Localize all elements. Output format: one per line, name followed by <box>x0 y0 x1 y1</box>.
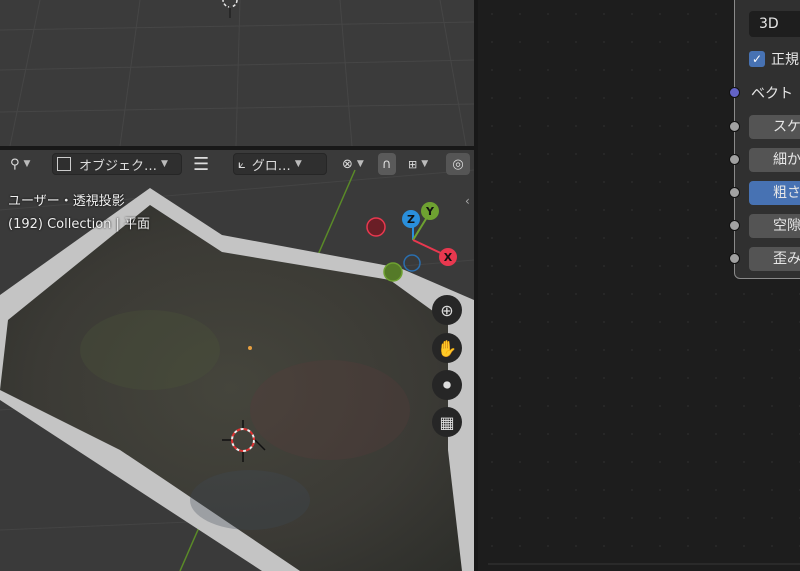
roughness-label: 粗さ <box>773 185 800 201</box>
input-socket-lacunarity[interactable] <box>729 220 740 231</box>
neg-y-axis-icon <box>383 262 403 282</box>
proportional-toggle[interactable]: ◎ <box>446 153 470 175</box>
lacunarity-label: 空隙 <box>773 218 800 234</box>
input-socket-roughness[interactable] <box>729 187 740 198</box>
y-axis-icon: Y <box>421 202 439 220</box>
menu-toggle-button[interactable]: ☰ <box>189 153 213 175</box>
chevron-down-icon: ▼ <box>294 159 302 169</box>
pivot-point-dropdown[interactable]: ⚲ ▼ <box>6 153 34 175</box>
camera-icon: ⏺ <box>442 375 451 394</box>
hand-icon: ✋ <box>437 338 457 358</box>
svg-text:Y: Y <box>425 205 435 218</box>
navigation-gizmo[interactable]: Z Y X <box>350 196 470 296</box>
chevron-down-icon: ▼ <box>23 159 31 169</box>
zoom-button[interactable]: ⊕ <box>432 295 462 325</box>
snap-target-dropdown[interactable]: ⊞ ▼ <box>404 153 432 175</box>
noise-texture-node[interactable]: 3D ✓ 正規 ベクト スケ 細か 粗さ 空隙 歪み <box>729 0 800 279</box>
transform-orientation-dropdown[interactable]: ⟀ グロ… ▼ <box>233 153 327 175</box>
x-axis-icon: X <box>439 248 457 266</box>
vector-input-socket[interactable] <box>729 87 740 98</box>
3d-cursor-top-icon <box>222 0 238 18</box>
object-mode-icon <box>57 157 71 171</box>
roughness-field[interactable]: 粗さ <box>749 181 800 205</box>
viewport-header: ⚲ ▼ オブジェク… ▼ ☰ ⟀ グロ… ▼ ⊗ ▼ ∩ ⊞ ▼ ◎ <box>0 150 474 178</box>
magnifier-plus-icon: ⊕ <box>440 300 454 320</box>
lacunarity-field[interactable]: 空隙 <box>749 214 800 238</box>
distortion-field[interactable]: 歪み <box>749 247 800 271</box>
magnet-icon: ∩ <box>382 156 392 172</box>
neg-x-axis-icon <box>366 217 386 237</box>
main-3d-viewport[interactable]: ⚲ ▼ オブジェク… ▼ ☰ ⟀ グロ… ▼ ⊗ ▼ ∩ ⊞ ▼ ◎ ユーザー・透視投… <box>0 150 474 571</box>
neg-z-axis-icon <box>403 254 421 272</box>
svg-text:X: X <box>444 251 453 264</box>
normalize-checkbox-row[interactable]: ✓ 正規 <box>749 49 799 69</box>
dimension-dropdown[interactable]: 3D <box>749 11 800 37</box>
normalize-label: 正規 <box>771 52 799 68</box>
hamburger-icon: ☰ <box>193 153 210 175</box>
circle-target-icon: ◎ <box>452 156 464 172</box>
shader-node-editor[interactable]: 3D ✓ 正規 ベクト スケ 細か 粗さ 空隙 歪み <box>478 0 800 571</box>
object-origin-dot <box>248 346 252 350</box>
scale-label: スケ <box>773 119 800 135</box>
pivot-icon: ⚲ <box>10 156 20 172</box>
view-perspective-label: ユーザー・透視投影 <box>8 194 125 209</box>
object-mode-dropdown[interactable]: オブジェク… ▼ <box>52 153 182 175</box>
collection-object-label: (192) Collection | 平面 <box>8 217 151 232</box>
detail-label: 細か <box>773 152 800 168</box>
grid-icon: ▦ <box>439 412 455 432</box>
vector-input-label: ベクト <box>751 86 793 102</box>
top-3d-viewport[interactable] <box>0 0 474 146</box>
dimension-value: 3D <box>759 16 779 32</box>
link-icon: ⊗ <box>342 156 353 172</box>
z-axis-icon: Z <box>402 210 420 228</box>
checkbox-checked-icon[interactable]: ✓ <box>749 51 765 67</box>
orientation-label: グロ… <box>251 158 291 174</box>
input-socket-scale[interactable] <box>729 121 740 132</box>
scale-field[interactable]: スケ <box>749 115 800 139</box>
ortho-toggle-button[interactable]: ▦ <box>432 407 462 437</box>
svg-text:Z: Z <box>407 213 415 226</box>
snap-toggle[interactable]: ∩ <box>378 153 396 175</box>
pan-button[interactable]: ✋ <box>432 333 462 363</box>
detail-field[interactable]: 細か <box>749 148 800 172</box>
camera-view-button[interactable]: ⏺ <box>432 370 462 400</box>
distortion-label: 歪み <box>773 251 800 267</box>
object-mode-label: オブジェク… <box>79 158 158 174</box>
chevron-down-icon: ▼ <box>161 159 168 169</box>
chevron-down-icon: ▼ <box>421 159 429 169</box>
chevron-down-icon: ▼ <box>356 159 364 169</box>
proportional-editing-dropdown[interactable]: ⊗ ▼ <box>338 153 368 175</box>
snap-increment-icon: ⊞ <box>408 157 418 171</box>
grid-floor <box>0 0 474 146</box>
input-socket-distortion[interactable] <box>729 253 740 264</box>
orientation-axes-icon: ⟀ <box>238 156 246 172</box>
input-socket-detail[interactable] <box>729 154 740 165</box>
footer-divider <box>488 563 800 565</box>
